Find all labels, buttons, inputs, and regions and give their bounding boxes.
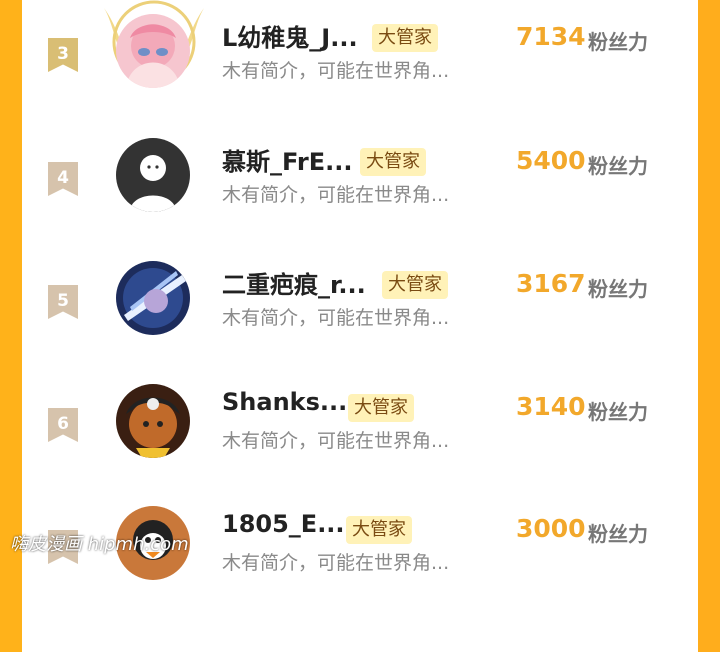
site-watermark: 嗨皮漫画 hipmh.com — [10, 534, 189, 555]
rank-ribbon: 6 — [48, 408, 78, 442]
fan-score: 3140 — [516, 392, 586, 421]
fan-score: 3000 — [516, 514, 586, 543]
default-avatar-icon — [116, 138, 190, 212]
avatar[interactable] — [104, 0, 204, 90]
rank-ribbon: 5 — [48, 285, 78, 319]
user-intro: 木有简介，可能在世界角... — [222, 184, 450, 206]
fan-score: 5400 — [516, 146, 586, 175]
avatar-image — [116, 384, 190, 458]
fan-score-unit: 粉丝力 — [588, 400, 648, 424]
user-name[interactable]: 慕斯_FrE... — [222, 142, 352, 177]
role-badge: 大管家 — [372, 24, 438, 52]
fan-score-unit: 粉丝力 — [588, 30, 648, 54]
user-name[interactable]: L幼稚鬼_J... — [222, 18, 358, 53]
avatar[interactable] — [116, 261, 192, 337]
fan-score-unit: 粉丝力 — [588, 277, 648, 301]
avatar[interactable] — [116, 138, 192, 214]
avatar-image — [116, 261, 190, 335]
fan-leaderboard-panel: 3 L幼稚鬼_J... 大管家 木有简介，可能在世界角... 7134 粉丝力 … — [22, 0, 698, 580]
user-name[interactable]: 二重疤痕_r... — [222, 265, 366, 300]
user-name[interactable]: Shanks... — [222, 388, 347, 416]
rank-ribbon: 3 — [48, 38, 78, 72]
fan-score-unit: 粉丝力 — [588, 154, 648, 178]
role-badge: 大管家 — [348, 394, 414, 422]
user-intro: 木有简介，可能在世界角... — [222, 307, 450, 329]
avatar-image — [116, 14, 190, 88]
user-name[interactable]: 1805_E... — [222, 510, 345, 538]
role-badge: 大管家 — [360, 148, 426, 176]
user-intro: 木有简介，可能在世界角... — [222, 60, 450, 82]
role-badge: 大管家 — [382, 271, 448, 299]
fan-score-unit: 粉丝力 — [588, 522, 648, 546]
avatar[interactable] — [116, 384, 192, 460]
rank-ribbon: 4 — [48, 162, 78, 196]
fan-score: 7134 — [516, 22, 586, 51]
role-badge: 大管家 — [346, 516, 412, 544]
fan-score: 3167 — [516, 269, 586, 298]
user-intro: 木有简介，可能在世界角... — [222, 430, 450, 452]
